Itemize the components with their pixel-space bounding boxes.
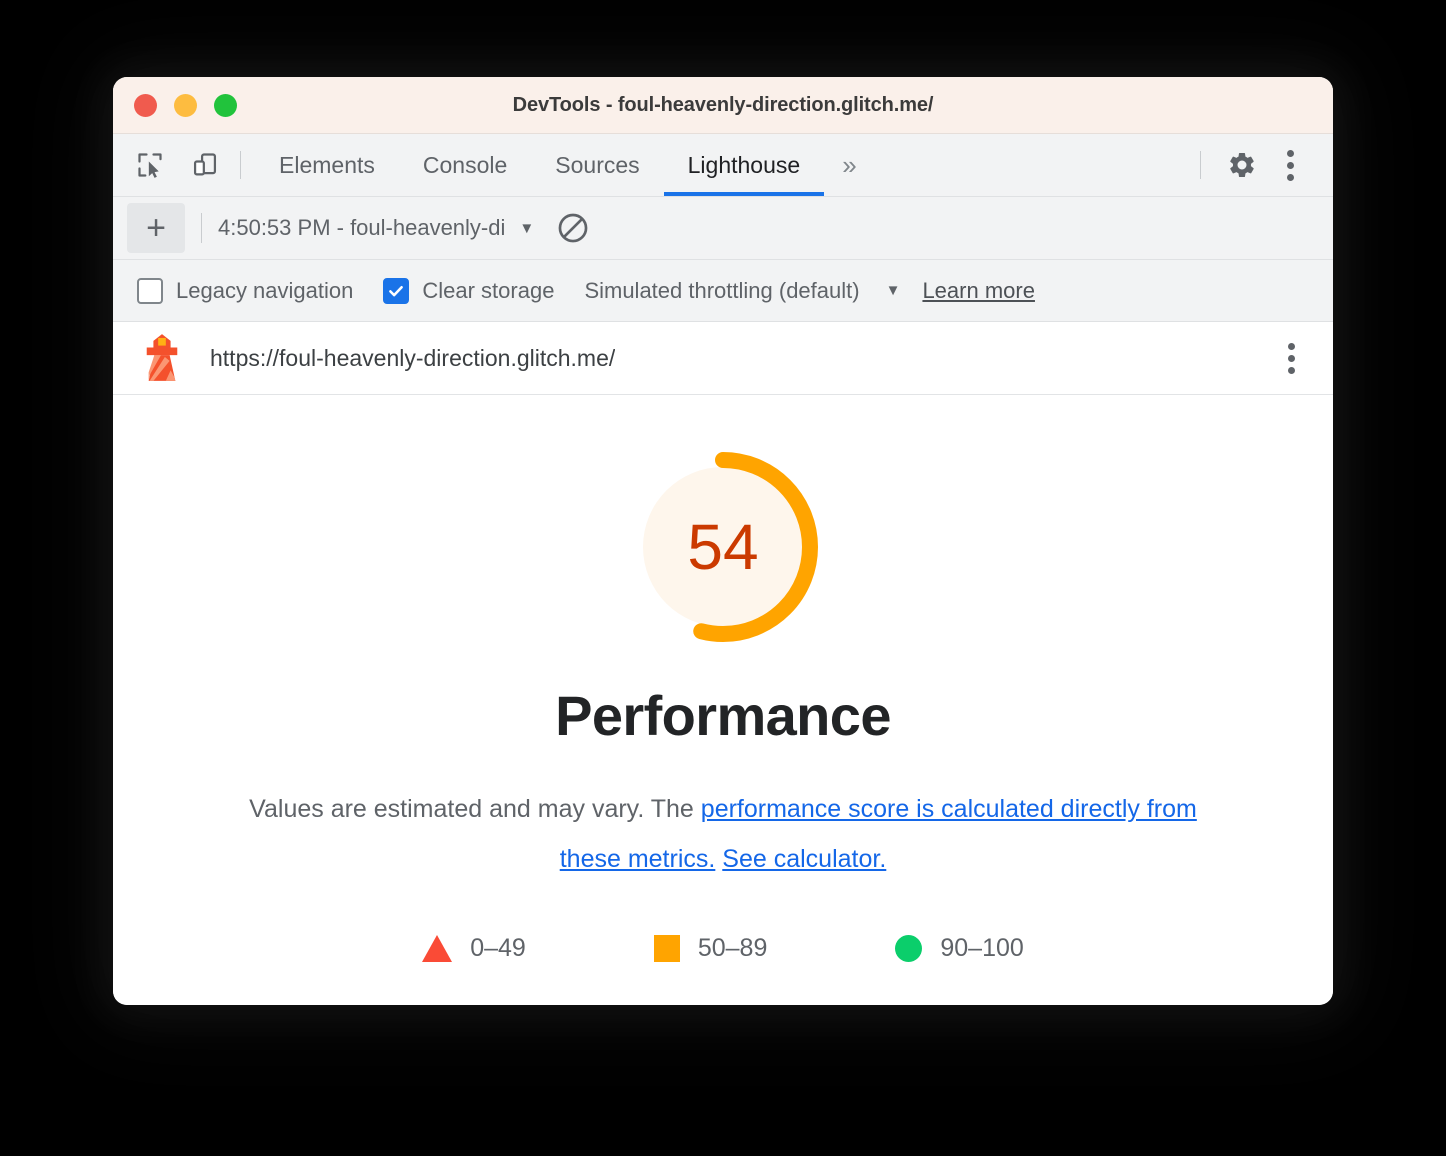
tabstrip-divider <box>240 151 241 179</box>
devtools-tabstrip-right <box>1186 134 1333 196</box>
legend-label-pass: 90–100 <box>940 934 1024 962</box>
toolbar-divider <box>201 213 202 243</box>
report-url: https://foul-heavenly-direction.glitch.m… <box>210 344 616 371</box>
legacy-navigation-label: Legacy navigation <box>176 277 354 303</box>
devtools-main-menu-icon[interactable] <box>1269 144 1311 186</box>
category-title: Performance <box>555 684 891 747</box>
lighthouse-toolbar: + 4:50:53 PM - foul-heavenly-di ▼ <box>113 197 1333 260</box>
gear-icon[interactable] <box>1221 144 1263 186</box>
chevron-down-icon: ▼ <box>885 282 901 299</box>
legend-item-average: 50–89 <box>653 934 768 963</box>
clear-reports-button[interactable] <box>556 211 590 245</box>
legend-item-fail: 0–49 <box>422 934 526 963</box>
device-toolbar-icon[interactable] <box>184 144 226 186</box>
throttling-dropdown[interactable]: Simulated throttling (default) ▼ <box>584 278 900 304</box>
inspect-element-icon[interactable] <box>129 144 171 186</box>
score-description: Values are estimated and may vary. The p… <box>223 784 1223 884</box>
checkmark-icon <box>389 285 404 296</box>
throttling-label: Simulated throttling (default) <box>584 277 860 303</box>
report-run-dropdown[interactable]: 4:50:53 PM - foul-heavenly-di ▼ <box>218 215 534 241</box>
devtools-tabstrip: Elements Console Sources Lighthouse » <box>113 134 1333 197</box>
legacy-navigation-checkbox[interactable] <box>137 277 163 304</box>
three-dot-vertical-icon <box>1286 149 1294 181</box>
window-titlebar: DevTools - foul-heavenly-direction.glitc… <box>113 77 1333 134</box>
clear-storage-option[interactable]: Clear storage <box>383 277 555 304</box>
lighthouse-report-body: 54 Performance Values are estimated and … <box>113 395 1333 1005</box>
report-url-row: https://foul-heavenly-direction.glitch.m… <box>113 322 1333 395</box>
tab-sources[interactable]: Sources <box>531 134 663 196</box>
circle-icon <box>895 935 923 962</box>
devtools-tool-icons <box>113 134 226 196</box>
new-report-button[interactable]: + <box>127 203 185 253</box>
report-run-label: 4:50:53 PM - foul-heavenly-di <box>218 215 506 240</box>
page-background: DevTools - foul-heavenly-direction.glitc… <box>0 0 1446 1156</box>
chevron-down-icon: ▼ <box>519 219 535 237</box>
tab-console[interactable]: Console <box>399 134 531 196</box>
score-description-text: Values are estimated and may vary. The <box>249 795 701 823</box>
clear-storage-label: Clear storage <box>422 277 555 303</box>
tabstrip-right-divider <box>1200 151 1201 179</box>
learn-more-link[interactable]: Learn more <box>922 278 1035 304</box>
square-icon <box>653 935 680 962</box>
lighthouse-icon <box>146 334 178 381</box>
lighthouse-options-row: Legacy navigation Clear storage Simulate… <box>113 260 1333 322</box>
performance-score-value: 54 <box>687 511 759 583</box>
report-menu-icon[interactable] <box>1288 342 1295 374</box>
legend-label-average: 50–89 <box>697 934 768 962</box>
devtools-tabs: Elements Console Sources Lighthouse » <box>255 134 875 196</box>
clear-storage-checkbox[interactable] <box>383 277 410 304</box>
legacy-navigation-option[interactable]: Legacy navigation <box>137 277 354 304</box>
devtools-window: DevTools - foul-heavenly-direction.glitc… <box>113 77 1333 1005</box>
tab-overflow-chevron-icon[interactable]: » <box>824 134 874 196</box>
performance-score-gauge: 54 <box>625 449 821 645</box>
legend-item-pass: 90–100 <box>895 934 1024 963</box>
no-entry-clear-icon <box>558 213 588 243</box>
tab-elements[interactable]: Elements <box>255 134 399 196</box>
see-calculator-link[interactable]: See calculator. <box>722 845 886 873</box>
legend-label-fail: 0–49 <box>470 934 526 962</box>
tab-lighthouse[interactable]: Lighthouse <box>663 134 825 196</box>
window-title: DevTools - foul-heavenly-direction.glitc… <box>512 93 934 116</box>
score-legend: 0–49 50–89 90–100 <box>358 934 1088 963</box>
triangle-icon <box>422 935 453 962</box>
